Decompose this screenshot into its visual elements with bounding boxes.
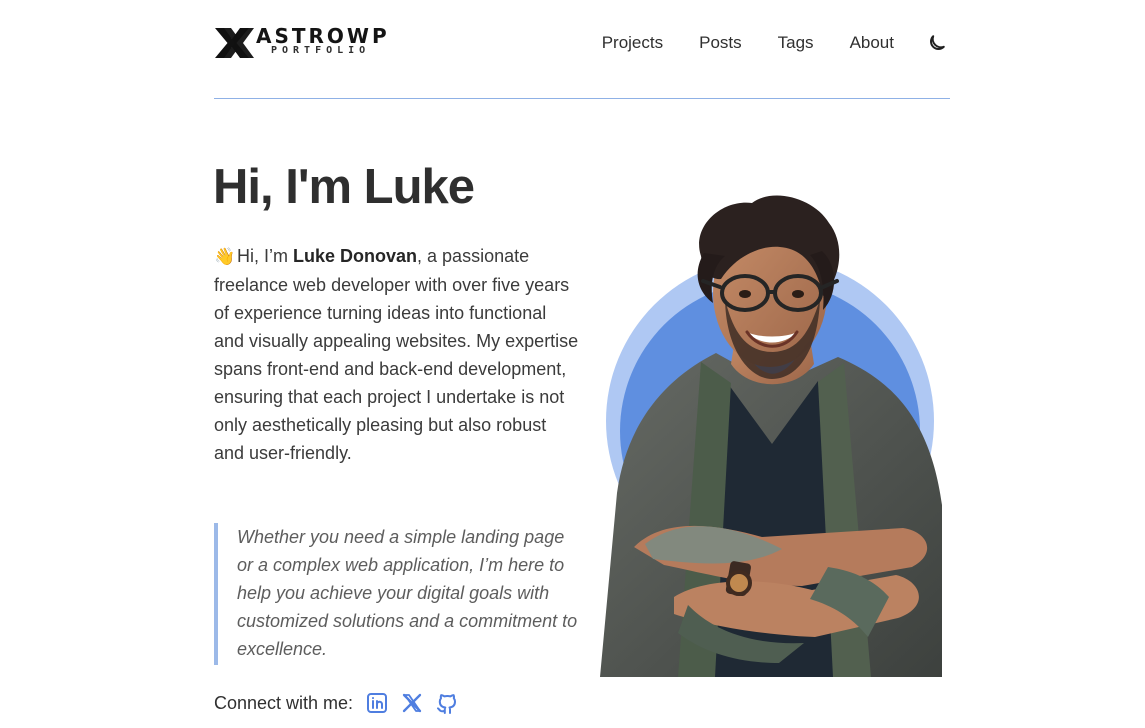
- nav-tags[interactable]: Tags: [778, 29, 814, 57]
- logo-subtitle: PORTFOLIO: [271, 45, 371, 56]
- intro-prefix: Hi, I’m: [237, 246, 288, 266]
- intro-name: Luke Donovan: [293, 246, 418, 266]
- connect-label: Connect with me:: [214, 692, 354, 713]
- intro-quote: Whether you need a simple landing page o…: [214, 523, 579, 665]
- theme-toggle-button[interactable]: [923, 29, 951, 57]
- github-icon: [437, 694, 457, 714]
- site-logo-link[interactable]: ASTROWP PORTFOLIO: [214, 24, 404, 62]
- linkedin-icon: [367, 693, 388, 713]
- logo-title: ASTROWP: [256, 24, 390, 48]
- portfolio-page: ASTROWP PORTFOLIO Projects Posts Tags Ab…: [0, 0, 1145, 728]
- main-nav: Projects Posts Tags About: [602, 29, 950, 57]
- x-icon: [402, 693, 422, 713]
- logo-mark-icon: [215, 28, 254, 58]
- github-link[interactable]: [435, 691, 459, 715]
- portrait-image: [600, 195, 942, 677]
- intro-body: , a passionate freelance web developer w…: [214, 246, 579, 463]
- moon-icon: [930, 35, 945, 50]
- hero-title: Hi, I'm Luke: [213, 160, 475, 214]
- waving-hand-icon: 👋: [214, 247, 236, 266]
- intro-paragraph: 👋 Hi, I’m Luke Donovan, a passionate free…: [214, 242, 579, 467]
- profile-portrait: [592, 193, 950, 677]
- nav-about[interactable]: About: [850, 29, 894, 57]
- nav-posts[interactable]: Posts: [699, 29, 742, 57]
- social-connect: Connect with me:: [214, 688, 470, 718]
- linkedin-link[interactable]: [365, 691, 389, 715]
- x-link[interactable]: [400, 691, 424, 715]
- nav-projects[interactable]: Projects: [602, 29, 663, 57]
- site-header: ASTROWP PORTFOLIO Projects Posts Tags Ab…: [214, 0, 950, 99]
